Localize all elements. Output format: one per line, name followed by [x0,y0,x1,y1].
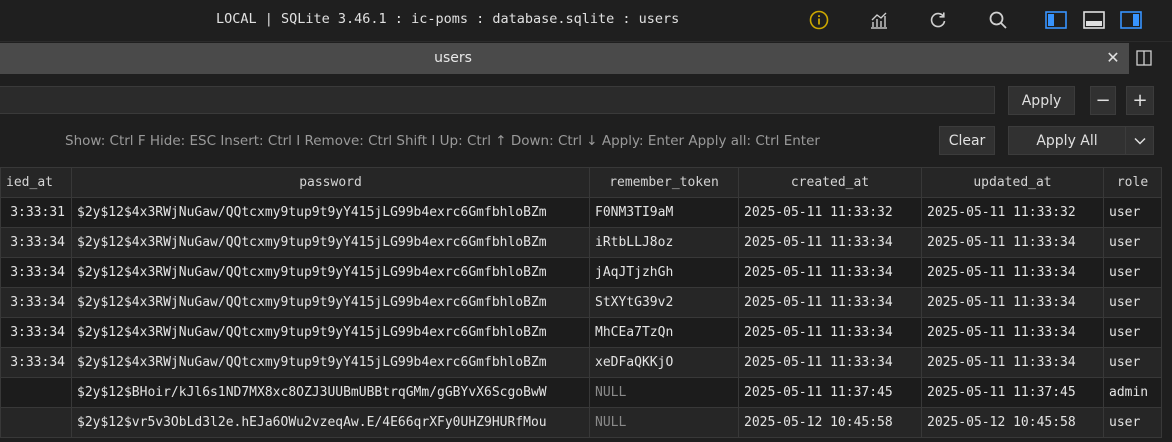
table-cell[interactable]: 2025-05-11 11:33:34 [738,317,922,348]
tab-strip: users ✕ [0,42,1172,75]
column-header[interactable]: created_at [738,167,922,198]
table-cell[interactable]: 3:33:34 [0,287,72,318]
table-cell[interactable]: xeDFaQKKjO [589,347,739,378]
table-cell[interactable]: $2y$12$4x3RWjNuGaw/QQtcxmy9tup9t9yY415jL… [71,197,590,228]
table-cell[interactable]: 2025-05-11 11:33:34 [921,287,1104,318]
info-icon[interactable] [808,9,830,31]
table-cell[interactable]: $2y$12$4x3RWjNuGaw/QQtcxmy9tup9t9yY415jL… [71,317,590,348]
tab-users[interactable]: users ✕ [0,43,1129,74]
shortcut-help-text: Show: Ctrl F Hide: ESC Insert: Ctrl I Re… [65,133,820,149]
table-row[interactable]: $2y$12$BHoir/kJl6s1ND7MX8xc8OZJ3UUBmUBBt… [0,377,1162,408]
table-cell[interactable]: 3:33:34 [0,317,72,348]
table-cell[interactable]: 2025-05-11 11:37:45 [921,377,1104,408]
table-cell[interactable]: 2025-05-12 10:45:58 [738,407,922,438]
chevron-down-icon [1133,137,1146,145]
filter-input[interactable] [0,86,995,114]
split-editor-icon[interactable] [1136,50,1152,66]
table-cell[interactable]: 2025-05-11 11:37:45 [738,377,922,408]
table-cell[interactable]: 2025-05-11 11:33:34 [738,287,922,318]
table-cell[interactable]: F0NM3TI9aM [589,197,739,228]
chart-icon[interactable] [868,9,890,31]
table-cell[interactable]: 2025-05-11 11:33:34 [921,317,1104,348]
column-header[interactable]: ied_at [0,167,72,198]
table-cell[interactable]: jAqJTjzhGh [589,257,739,288]
table-cell[interactable] [0,407,72,438]
table-row[interactable]: 3:33:31 $2y$12$4x3RWjNuGaw/QQtcxmy9tup9t9… [0,197,1162,228]
table-cell[interactable]: 2025-05-11 11:33:34 [921,227,1104,258]
table-cell[interactable]: 2025-05-11 11:33:34 [738,257,922,288]
table-cell[interactable]: user [1103,197,1162,228]
table-cell[interactable]: admin [1103,377,1162,408]
table-cell[interactable]: user [1103,347,1162,378]
table-cell[interactable]: 2025-05-11 11:33:34 [738,347,922,378]
add-filter-button[interactable]: + [1126,86,1154,115]
table-header-row: ied_at password remember_token created_a… [0,167,1162,198]
table-cell[interactable]: 3:33:34 [0,347,72,378]
table-cell[interactable]: NULL [589,377,739,408]
clear-button[interactable]: Clear [939,126,995,155]
table-cell[interactable]: 3:33:34 [0,257,72,288]
panel-right-icon[interactable] [1120,9,1142,31]
table-cell[interactable]: 2025-05-12 10:45:58 [921,407,1104,438]
column-header[interactable]: role [1103,167,1162,198]
table-cell[interactable]: NULL [589,407,739,438]
table-row[interactable]: $2y$12$vr5v3ObLd3l2e.hEJa6OWu2vzeqAw.E/4… [0,407,1162,438]
apply-all-button[interactable]: Apply All [1008,126,1126,155]
table-cell[interactable]: $2y$12$4x3RWjNuGaw/QQtcxmy9tup9t9yY415jL… [71,347,590,378]
table-row[interactable]: 3:33:34 $2y$12$4x3RWjNuGaw/QQtcxmy9tup9t9… [0,287,1162,318]
table-cell[interactable]: 2025-05-11 11:33:34 [921,257,1104,288]
table-cell[interactable]: user [1103,407,1162,438]
apply-button[interactable]: Apply [1008,86,1075,115]
table-cell[interactable]: user [1103,317,1162,348]
table-cell[interactable]: 2025-05-11 11:33:34 [921,347,1104,378]
title-bar: LOCAL | SQLite 3.46.1 : ic-poms : databa… [0,0,1172,42]
table-cell[interactable]: $2y$12$4x3RWjNuGaw/QQtcxmy9tup9t9yY415jL… [71,257,590,288]
search-icon[interactable] [987,9,1009,31]
table-row[interactable]: 3:33:34 $2y$12$4x3RWjNuGaw/QQtcxmy9tup9t9… [0,257,1162,288]
table-cell[interactable]: 2025-05-11 11:33:32 [738,197,922,228]
table-cell[interactable]: $2y$12$BHoir/kJl6s1ND7MX8xc8OZJ3UUBmUBBt… [71,377,590,408]
column-header[interactable]: password [71,167,590,198]
table-cell[interactable]: $2y$12$4x3RWjNuGaw/QQtcxmy9tup9t9yY415jL… [71,227,590,258]
refresh-icon[interactable] [927,9,949,31]
close-icon[interactable]: ✕ [1104,49,1122,67]
table-cell[interactable]: 2025-05-11 11:33:32 [921,197,1104,228]
table-row[interactable]: 3:33:34 $2y$12$4x3RWjNuGaw/QQtcxmy9tup9t9… [0,347,1162,378]
table-cell[interactable]: $2y$12$4x3RWjNuGaw/QQtcxmy9tup9t9yY415jL… [71,287,590,318]
table-cell[interactable]: StXYtG39v2 [589,287,739,318]
table-row[interactable]: 3:33:34 $2y$12$4x3RWjNuGaw/QQtcxmy9tup9t9… [0,317,1162,348]
tab-label: users [434,50,472,66]
remove-filter-button[interactable]: − [1090,86,1116,115]
table-cell[interactable]: $2y$12$vr5v3ObLd3l2e.hEJa6OWu2vzeqAw.E/4… [71,407,590,438]
panel-bottom-icon[interactable] [1083,9,1105,31]
table-cell[interactable]: 3:33:34 [0,227,72,258]
table-cell[interactable]: iRtbLLJ8oz [589,227,739,258]
table-cell[interactable]: user [1103,227,1162,258]
window-title: LOCAL | SQLite 3.46.1 : ic-poms : databa… [216,11,680,27]
panel-left-icon[interactable] [1045,9,1067,31]
table-cell[interactable]: 3:33:31 [0,197,72,228]
column-header[interactable]: remember_token [589,167,739,198]
table-cell[interactable]: user [1103,287,1162,318]
results-table: ied_at password remember_token created_a… [0,167,1162,438]
table-cell[interactable]: 2025-05-11 11:33:34 [738,227,922,258]
table-row[interactable]: 3:33:34 $2y$12$4x3RWjNuGaw/QQtcxmy9tup9t9… [0,227,1162,258]
column-header[interactable]: updated_at [921,167,1104,198]
vertical-scrollbar[interactable] [1162,167,1172,442]
table-cell[interactable]: user [1103,257,1162,288]
apply-all-dropdown[interactable] [1125,126,1154,155]
table-cell[interactable]: MhCEa7TzQn [589,317,739,348]
table-cell[interactable] [0,377,72,408]
